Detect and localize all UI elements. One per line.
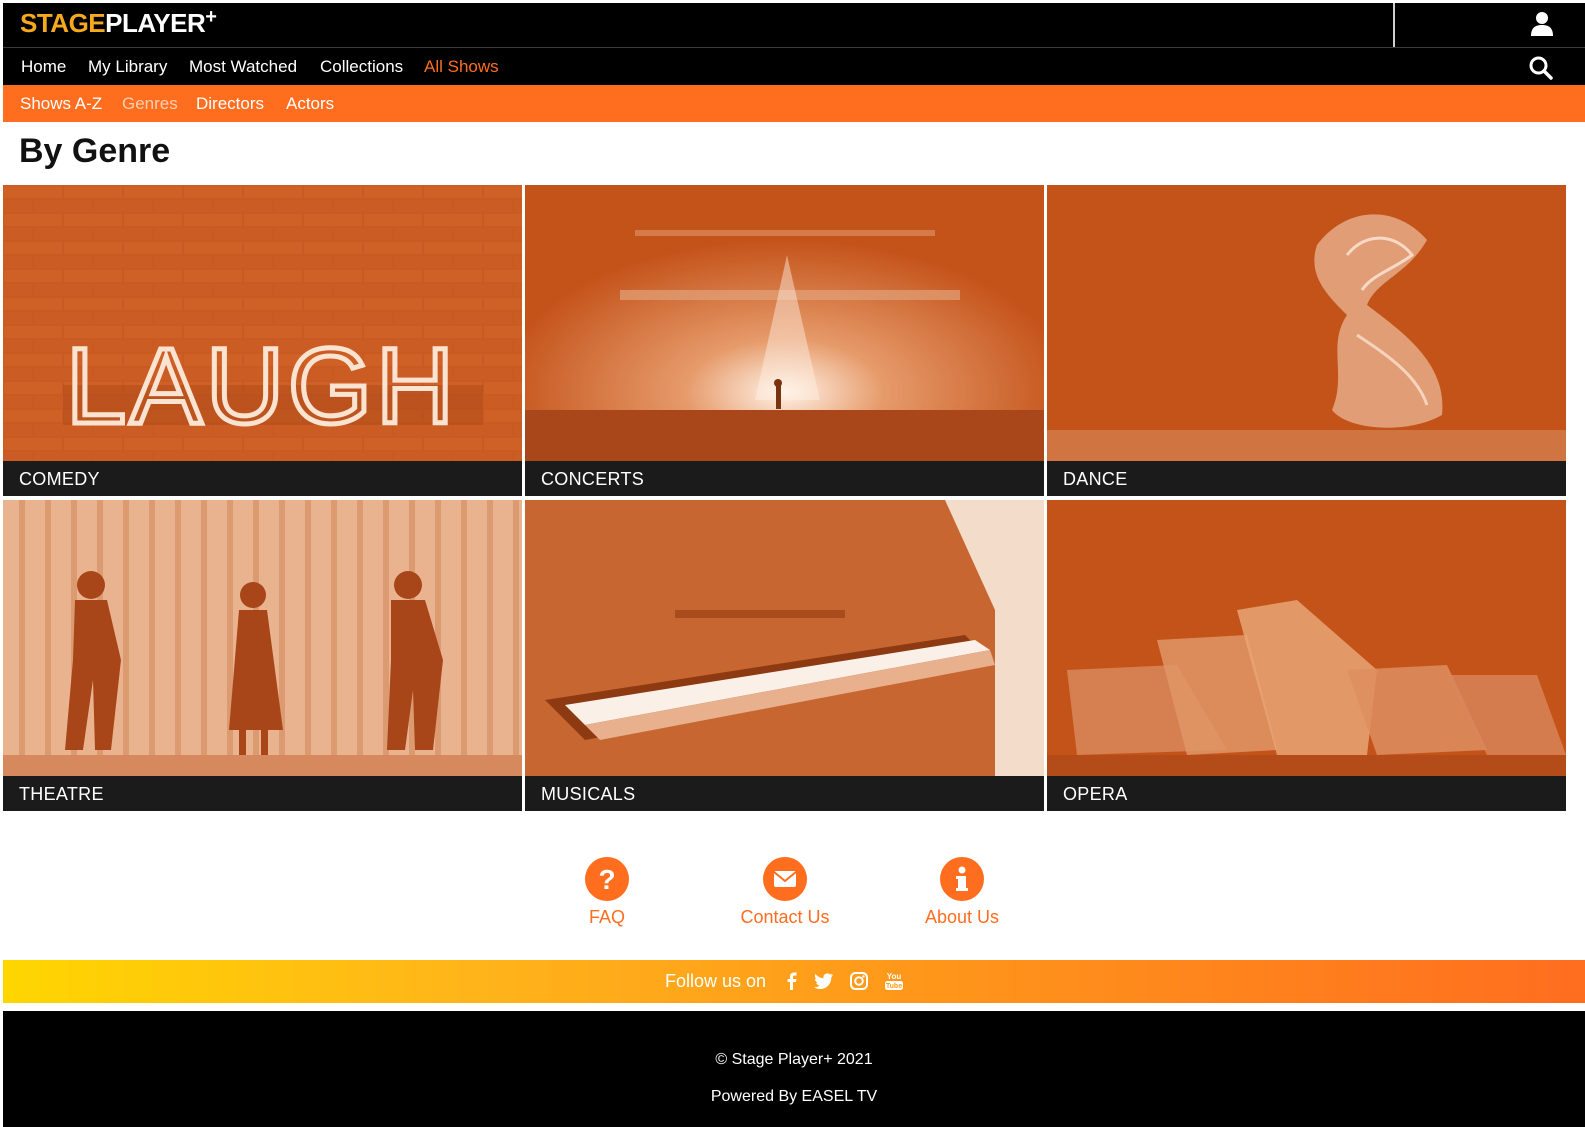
question-icon: ? [585,857,629,901]
laugh-neon-text: LAUGH [66,325,458,446]
genre-tile-comedy[interactable]: LAUGH COMEDY [3,185,522,496]
nav-all-shows[interactable]: All Shows [424,57,499,77]
dance-image [1047,185,1566,461]
concerts-image [525,185,1044,461]
genre-label: OPERA [1047,776,1566,811]
svg-text:Tube: Tube [886,983,902,990]
genre-tile-opera[interactable]: OPERA [1047,500,1566,811]
envelope-icon [763,857,807,901]
youtube-icon[interactable]: You Tube [883,970,905,992]
subnav-directors[interactable]: Directors [196,94,264,114]
instagram-icon[interactable] [848,970,870,992]
genre-tile-dance[interactable]: DANCE [1047,185,1566,496]
top-bar: STAGEPLAYER+ [3,3,1585,47]
logo-player-text: PLAYER [105,8,206,38]
nav-my-library[interactable]: My Library [88,57,167,77]
genre-label: MUSICALS [525,776,1044,811]
subnav-genres[interactable]: Genres [122,94,178,114]
twitter-icon[interactable] [813,970,835,992]
sub-nav: Shows A-Z Genres Directors Actors [3,85,1585,122]
svg-text:?: ? [598,864,615,895]
genre-label: THEATRE [3,776,522,811]
theatre-image [3,500,522,776]
main-nav: Home My Library Most Watched Collections… [3,47,1585,85]
logo-plus-text: + [205,6,217,28]
contact-label: Contact Us [740,907,830,927]
footer-faq-link[interactable]: ? FAQ [532,857,682,928]
site-footer: © Stage Player+ 2021 Powered By EASEL TV [3,1011,1585,1127]
genre-tile-musicals[interactable]: MUSICALS [525,500,1044,811]
genre-tile-theatre[interactable]: THEATRE [3,500,522,811]
stageplayer-logo[interactable]: STAGEPLAYER+ [20,6,217,39]
genre-label: COMEDY [3,461,522,496]
footer-about-link[interactable]: About Us [887,857,1037,928]
svg-text:You: You [887,972,902,981]
search-icon[interactable] [1527,54,1555,82]
follow-label: Follow us on [665,971,767,991]
follow-bar: Follow us on You Tube [3,960,1585,1003]
opera-image [1047,500,1566,776]
comedy-image: LAUGH [3,185,522,461]
subnav-actors[interactable]: Actors [286,94,334,114]
genre-label: CONCERTS [525,461,1044,496]
topbar-divider [1393,3,1395,47]
nav-collections[interactable]: Collections [320,57,403,77]
powered-by-text: Powered By EASEL TV [710,1088,878,1105]
page: STAGEPLAYER+ Home My Library Most Watche… [3,3,1585,1127]
nav-most-watched[interactable]: Most Watched [189,57,297,77]
nav-home[interactable]: Home [21,57,66,77]
musicals-image [525,500,1044,776]
copyright-text: © Stage Player+ 2021 [715,1051,873,1068]
genre-label: DANCE [1047,461,1566,496]
logo-stage-text: STAGE [20,8,106,38]
footer-contact-link[interactable]: Contact Us [710,857,860,928]
info-icon [940,857,984,901]
about-label: About Us [924,907,1000,927]
subnav-shows-a-z[interactable]: Shows A-Z [20,94,102,114]
facebook-icon[interactable] [781,970,803,992]
faq-label: FAQ [588,907,625,927]
user-account-icon[interactable] [1527,9,1557,39]
page-title: By Genre [19,132,171,170]
genre-tile-concerts[interactable]: CONCERTS [525,185,1044,496]
